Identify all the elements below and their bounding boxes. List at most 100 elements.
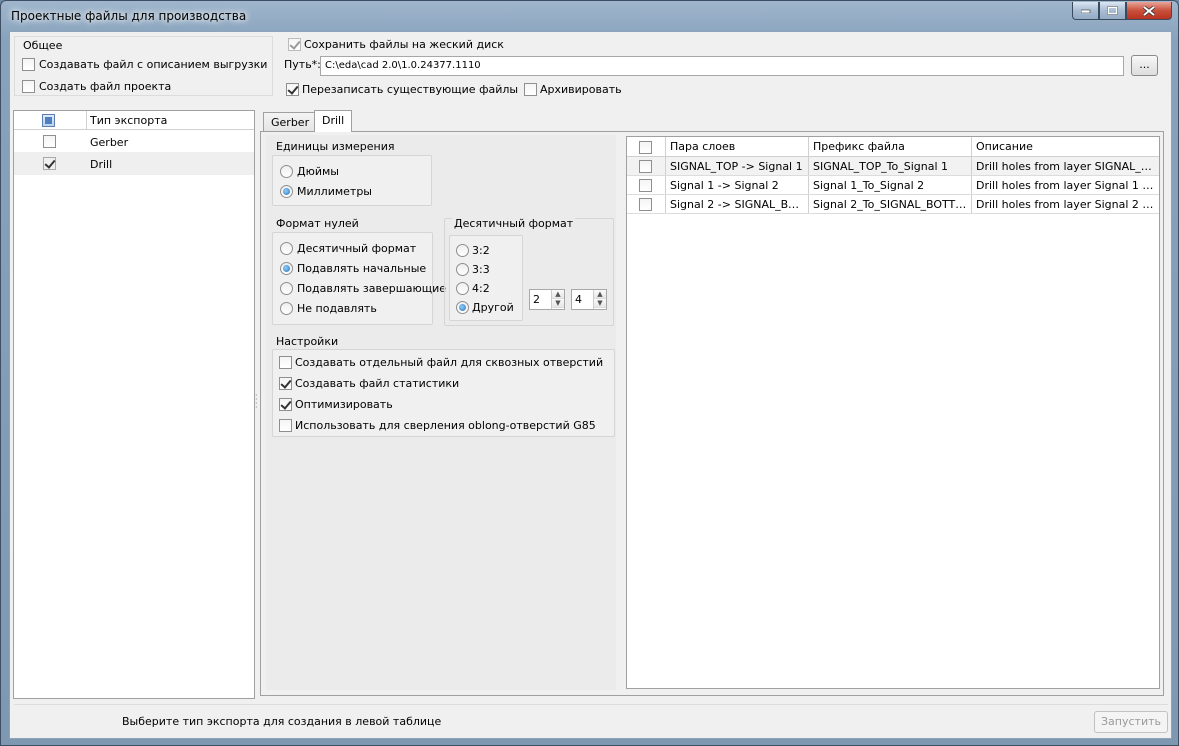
path-label: Путь*: (284, 58, 321, 71)
tab-gerber[interactable]: Gerber (263, 112, 318, 132)
general-group-label: Общее (23, 39, 63, 52)
tab-drill[interactable]: Drill (314, 110, 353, 132)
layer-pairs-grid: Пара слоев Префикс файла Описание SIGNAL… (626, 136, 1160, 689)
create-project-file-label: Создать файл проекта (39, 80, 172, 93)
status-message: Выберите тип экспорта для создания в лев… (122, 715, 442, 728)
create-project-file-checkbox[interactable] (22, 80, 35, 93)
partial-check-icon (45, 117, 52, 124)
export-type-grid-header: Тип экспорта (14, 111, 254, 130)
archive-label: Архивировать (540, 83, 622, 96)
maximize-icon (1107, 6, 1118, 15)
table-row[interactable]: SIGNAL_TOP -> Signal 1 SIGNAL_TOP_To_Sig… (627, 157, 1159, 176)
decimal-3-3-radio[interactable] (456, 263, 469, 276)
units-inches-label: Дюймы (297, 165, 339, 178)
settings-group: Создавать отдельный файл для сквозных от… (272, 349, 615, 437)
file-prefix-cell: Signal 1_To_Signal 2 (808, 176, 972, 194)
window-title: Проектные файлы для производства (11, 9, 247, 23)
g85-oblong-checkbox[interactable] (279, 419, 292, 432)
g85-oblong-label: Использовать для сверления oblong-отверс… (295, 419, 596, 432)
file-prefix-cell: SIGNAL_TOP_To_Signal 1 (808, 157, 972, 175)
overwrite-files-checkbox[interactable] (286, 83, 299, 96)
units-inches-radio[interactable] (280, 165, 293, 178)
general-group: Общее Создавать файл с описанием выгрузк… (14, 36, 273, 96)
status-bar: Выберите тип экспорта для создания в лев… (14, 704, 1168, 736)
layer-pair-column-header[interactable]: Пара слоев (665, 137, 809, 156)
layer-pairs-grid-header: Пара слоев Префикс файла Описание (627, 137, 1159, 157)
create-export-description-checkbox[interactable] (22, 58, 35, 71)
units-group: Дюймы Миллиметры (272, 155, 432, 206)
decimal-4-2-radio[interactable] (456, 282, 469, 295)
save-to-disk-group: Сохранить файлы на жеский диск Путь*: C:… (280, 36, 1167, 96)
export-row-drill[interactable]: Drill (14, 153, 254, 175)
export-type-column-header[interactable]: Тип экспорта (90, 114, 167, 127)
separate-through-holes-checkbox[interactable] (279, 356, 292, 369)
row-checkbox[interactable] (639, 160, 652, 173)
export-drill-checkbox[interactable] (43, 157, 56, 170)
statistics-file-checkbox[interactable] (279, 377, 292, 390)
description-column-header[interactable]: Описание (971, 137, 1159, 156)
layer-pair-cell: Signal 2 -> SIGNAL_BOT... (665, 195, 809, 213)
zero-format-group: Десятичный формат Подавлять начальные По… (272, 232, 446, 325)
decimal-digits-value: 4 (575, 293, 582, 306)
decimal-3-3-label: 3:3 (472, 263, 490, 276)
units-millimeters-radio[interactable] (280, 185, 293, 198)
path-input[interactable]: C:\eda\cad 2.0\1.0.24377.1110 (320, 56, 1124, 76)
create-export-description-label: Создавать файл с описанием выгрузки (39, 58, 268, 71)
spin-down-icon[interactable]: ▼ (594, 299, 606, 308)
spin-up-icon[interactable]: ▲ (552, 290, 564, 299)
export-type-grid: Тип экспорта Gerber Drill (13, 110, 255, 699)
run-button[interactable]: Запустить (1094, 711, 1168, 733)
drill-tab-page: Единицы измерения Дюймы Миллиметры Форма… (260, 131, 1164, 696)
zero-no-suppress-label: Не подавлять (297, 302, 377, 315)
decimal-digits-arrows: ▲ ▼ (593, 290, 606, 309)
column-separator (86, 111, 87, 130)
row-checkbox[interactable] (639, 198, 652, 211)
decimal-3-2-radio[interactable] (456, 244, 469, 257)
decimal-other-radio[interactable] (456, 301, 469, 314)
description-cell: Drill holes from layer Signal 1 to lay..… (971, 176, 1159, 194)
browse-button[interactable]: ... (1131, 55, 1158, 76)
zero-suppress-trailing-label: Подавлять завершающие (297, 282, 447, 295)
export-gerber-checkbox[interactable] (43, 135, 56, 148)
decimal-format-group-label: Десятичный формат (452, 217, 576, 230)
separate-through-holes-label: Создавать отдельный файл для сквозных от… (295, 356, 604, 369)
optimize-checkbox[interactable] (279, 398, 292, 411)
drill-settings-panel: Единицы измерения Дюймы Миллиметры Форма… (266, 135, 616, 690)
integer-digits-spinner[interactable]: 2 ▲ ▼ (529, 289, 565, 310)
integer-digits-arrows: ▲ ▼ (551, 290, 564, 309)
file-prefix-cell: Signal 2_To_SIGNAL_BOTTOM (808, 195, 972, 213)
file-prefix-column-header[interactable]: Префикс файла (808, 137, 972, 156)
statistics-file-label: Создавать файл статистики (295, 377, 460, 390)
row-checkbox[interactable] (639, 179, 652, 192)
archive-checkbox[interactable] (524, 83, 537, 96)
spin-down-icon[interactable]: ▼ (552, 299, 564, 308)
select-all-export-checkbox[interactable] (42, 114, 55, 127)
zero-no-suppress-radio[interactable] (280, 302, 293, 315)
minimize-icon (1080, 9, 1091, 13)
units-millimeters-label: Миллиметры (297, 185, 372, 198)
decimal-digits-spinner[interactable]: 4 ▲ ▼ (571, 289, 607, 310)
table-row[interactable]: Signal 1 -> Signal 2 Signal 1_To_Signal … (627, 176, 1159, 195)
layer-pair-cell: Signal 1 -> Signal 2 (665, 176, 809, 194)
zero-suppress-trailing-radio[interactable] (280, 282, 293, 295)
zero-format-group-label: Формат нулей (276, 217, 359, 230)
zero-decimal-radio[interactable] (280, 242, 293, 255)
title-bar[interactable]: Проектные файлы для производства (1, 1, 1178, 31)
overwrite-files-label: Перезаписать существующие файлы (302, 83, 519, 96)
save-to-disk-checkbox[interactable] (288, 38, 301, 51)
table-row[interactable]: Signal 2 -> SIGNAL_BOT... Signal 2_To_SI… (627, 195, 1159, 214)
main-window: Проектные файлы для производства Общее С… (0, 0, 1179, 746)
close-button[interactable] (1126, 2, 1172, 20)
dialog-client: Общее Создавать файл с описанием выгрузк… (9, 31, 1172, 739)
minimize-button[interactable] (1072, 2, 1099, 20)
settings-group-label: Настройки (276, 335, 339, 348)
decimal-other-label: Другой (472, 301, 514, 314)
maximize-button[interactable] (1099, 2, 1126, 20)
select-all-layers-checkbox[interactable] (639, 141, 652, 154)
decimal-3-2-label: 3:2 (472, 244, 490, 257)
export-row-gerber[interactable]: Gerber (14, 131, 254, 153)
zero-suppress-leading-radio[interactable] (280, 262, 293, 275)
splitter-handle[interactable]: · · · · (255, 392, 259, 412)
spin-up-icon[interactable]: ▲ (594, 290, 606, 299)
export-gerber-label: Gerber (90, 136, 129, 149)
